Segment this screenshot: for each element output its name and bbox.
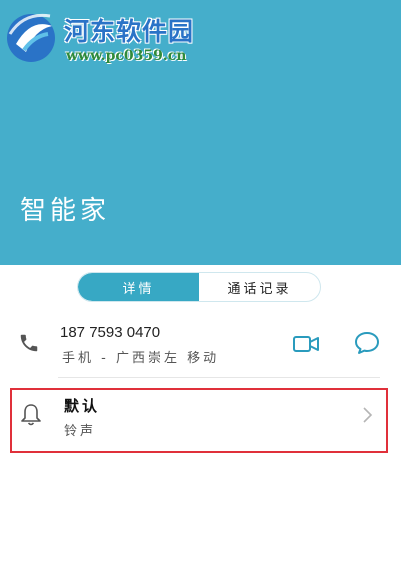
chevron-right-icon xyxy=(363,407,373,423)
ringtone-value: 默认 xyxy=(64,397,101,415)
phone-number-row[interactable]: 187 7593 0470 手机 - 广西崇左 移动 xyxy=(0,318,401,374)
watermark-logo-icon xyxy=(7,13,55,62)
row-divider xyxy=(58,377,380,378)
watermark: 河东软件园 www.pc0359.cn xyxy=(4,6,274,66)
contact-header: 河东软件园 www.pc0359.cn 智能家 xyxy=(0,0,401,265)
watermark-title: 河东软件园 xyxy=(64,17,195,46)
message-icon[interactable] xyxy=(354,331,380,355)
phone-description: 手机 - 广西崇左 移动 xyxy=(62,351,220,366)
tab-details[interactable]: 详情 xyxy=(78,273,199,301)
phone-icon[interactable] xyxy=(18,332,40,354)
ringtone-row[interactable]: 默认 铃声 xyxy=(10,388,388,453)
bell-icon xyxy=(21,404,41,426)
contact-name: 智能家 xyxy=(20,196,111,226)
watermark-url: www.pc0359.cn xyxy=(66,48,187,64)
phone-number: 187 7593 0470 xyxy=(60,324,161,341)
video-call-icon[interactable] xyxy=(293,335,319,353)
ringtone-label: 铃声 xyxy=(64,424,97,439)
detail-tabs: 详情 通话记录 xyxy=(77,272,321,302)
tab-call-log[interactable]: 通话记录 xyxy=(199,273,320,301)
